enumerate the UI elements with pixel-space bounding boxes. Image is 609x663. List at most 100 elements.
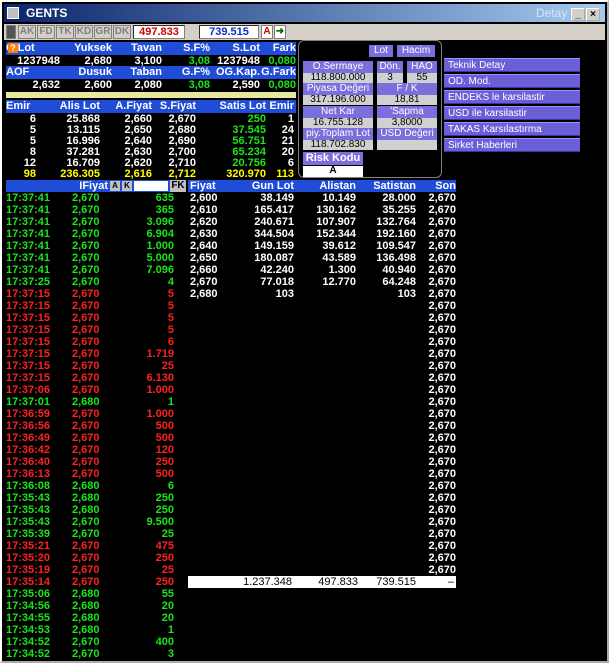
trade-lot: 475 [155, 540, 174, 552]
trade-time: 17:35:20 [6, 552, 51, 564]
total-son: – [447, 576, 454, 588]
sapma-value: 3,8000 [377, 118, 437, 128]
trade-row[interactable]: 17:37:41 2,670 6.904 [6, 228, 186, 240]
menu-item[interactable]: USD ile karsilastir [444, 106, 580, 120]
orderbook-row[interactable]: 8 37.281 2,630 2,700 65.234 20 [6, 146, 296, 158]
son-value: 2,670 [428, 444, 456, 456]
trade-row[interactable]: 17:35:43 2,680 250 [6, 504, 186, 516]
trade-row[interactable]: 17:35:20 2,670 250 [6, 552, 186, 564]
trade-row[interactable]: 17:36:08 2,680 6 [6, 480, 186, 492]
trade-row[interactable]: 17:34:55 2,680 20 [6, 612, 186, 624]
son-value: 2,670 [428, 252, 456, 264]
trade-lot: 9.500 [146, 516, 174, 528]
trade-row[interactable]: 17:37:25 2,670 4 [6, 276, 186, 288]
trade-row[interactable]: 17:34:56 2,680 20 [6, 600, 186, 612]
trade-row[interactable]: 17:35:06 2,680 55 [6, 588, 186, 600]
trade-price: 2,670 [72, 204, 100, 216]
trade-row[interactable]: 17:37:15 2,670 5 [6, 300, 186, 312]
trade-row[interactable]: 17:35:43 2,680 250 [6, 492, 186, 504]
trade-row[interactable]: 17:35:43 2,670 9.500 [6, 516, 186, 528]
trades-fk-button[interactable]: FK [170, 180, 186, 192]
depth-cell: 42.240 [260, 264, 294, 276]
son-value: 2,670 [428, 456, 456, 468]
tab-kd[interactable]: KD [75, 25, 93, 39]
son-value: 2,670 [428, 216, 456, 228]
summary-header-cell: Taban [130, 66, 162, 78]
trade-price: 2,670 [72, 348, 100, 360]
trade-row[interactable]: 17:37:15 2,670 1.719 [6, 348, 186, 360]
trade-row[interactable]: 17:37:41 2,670 7.096 [6, 264, 186, 276]
trade-row[interactable]: 17:34:52 2,670 3 [6, 648, 186, 660]
trade-row[interactable]: 17:35:39 2,670 25 [6, 528, 186, 540]
o-sermaye-value: 118.800.000 [303, 73, 373, 83]
trade-time: 17:35:39 [6, 528, 51, 540]
menu-item[interactable]: TAKAS Karsılastırma [444, 122, 580, 136]
tab-ak[interactable]: AK [18, 25, 36, 39]
info-panel: Lot Hacim O.Sermaye 118.800.000 Dön. 3 H… [298, 40, 442, 178]
trade-row[interactable]: 17:37:01 2,680 1 [6, 396, 186, 408]
main-window: GENTS Detay _ × AK FD TK KD GR DK 497.83… [0, 0, 609, 663]
a-button[interactable]: A [261, 25, 273, 39]
trade-row[interactable]: 17:36:13 2,670 500 [6, 468, 186, 480]
menu-item[interactable]: Teknik Detay [444, 58, 580, 72]
trade-row[interactable]: 17:36:49 2,670 500 [6, 432, 186, 444]
close-icon[interactable]: × [586, 8, 600, 21]
trades-filter-input[interactable] [134, 181, 168, 191]
menu-item[interactable]: Sirket Haberleri [444, 138, 580, 152]
tab-gr[interactable]: GR [94, 25, 112, 39]
orderbook-row[interactable]: 12 16.709 2,620 2,710 20.756 6 [6, 157, 296, 169]
trade-row[interactable]: 17:37:06 2,670 1.000 [6, 384, 186, 396]
tab-fd[interactable]: FD [37, 25, 55, 39]
usd-degeri-value [377, 140, 437, 150]
trade-row[interactable]: 17:36:42 2,670 120 [6, 444, 186, 456]
trade-row[interactable]: 17:36:56 2,670 500 [6, 420, 186, 432]
trade-row[interactable]: 17:37:41 2,670 365 [6, 204, 186, 216]
orderbook-total-cell: 98 [23, 168, 36, 180]
trade-time: 17:36:13 [6, 468, 51, 480]
menu-item[interactable]: ENDEKS le karsilastir [444, 90, 580, 104]
trade-time: 17:34:52 [6, 636, 51, 648]
trade-price: 2,680 [72, 396, 100, 408]
trade-row[interactable]: 17:35:21 2,670 475 [6, 540, 186, 552]
lot-button[interactable]: Lot [369, 45, 393, 57]
arrow-icon[interactable]: ➜ [274, 25, 286, 39]
trade-time: 17:34:53 [6, 624, 51, 636]
orderbook-row[interactable]: 5 16.996 2,640 2,690 56.751 21 [6, 135, 296, 147]
minimize-icon[interactable]: _ [571, 8, 585, 21]
trade-row[interactable]: 17:37:15 2,670 6.130 [6, 372, 186, 384]
hacim-button[interactable]: Hacim [397, 45, 435, 57]
orderbook-row[interactable]: 5 13.115 2,650 2,680 37.545 24 [6, 124, 296, 136]
trade-row[interactable]: 17:34:53 2,680 1 [6, 624, 186, 636]
usd-degeri-button[interactable]: USD Değeri [377, 128, 437, 140]
trade-row[interactable]: 17:37:41 2,670 3.096 [6, 216, 186, 228]
trade-row[interactable]: 17:36:59 2,670 1.000 [6, 408, 186, 420]
toolbar-square-icon[interactable] [6, 25, 16, 39]
trade-row[interactable]: 17:37:15 2,670 5 [6, 288, 186, 300]
trade-lot: 25 [161, 564, 174, 576]
trade-time: 17:37:06 [6, 384, 51, 396]
trade-price: 2,670 [72, 444, 100, 456]
trade-row[interactable]: 17:37:15 2,670 5 [6, 324, 186, 336]
trade-row[interactable]: 17:35:14 2,670 250 [6, 576, 186, 588]
tab-dk[interactable]: DK [113, 25, 131, 39]
trade-row[interactable]: 17:37:41 2,670 5.000 [6, 252, 186, 264]
trade-lot: 250 [155, 456, 174, 468]
trades-a-button[interactable]: A [110, 181, 120, 191]
trade-row[interactable]: 17:37:15 2,670 25 [6, 360, 186, 372]
tab-tk[interactable]: TK [56, 25, 74, 39]
trade-lot: 6.130 [146, 372, 174, 384]
help-icon[interactable]: ? [8, 43, 18, 53]
trade-row[interactable]: 17:37:41 2,670 635 [6, 192, 186, 204]
trade-row[interactable]: 17:37:15 2,670 5 [6, 312, 186, 324]
trade-row[interactable]: 17:37:15 2,670 6 [6, 336, 186, 348]
orderbook-row[interactable]: 6 25.868 2,660 2,670 250 1 [6, 113, 296, 125]
trade-time: 17:35:21 [6, 540, 51, 552]
trades-k-button[interactable]: K [122, 181, 132, 191]
trade-row[interactable]: 17:34:52 2,670 400 [6, 636, 186, 648]
trade-time: 17:36:08 [6, 480, 51, 492]
title-bar[interactable]: GENTS Detay _ × [4, 4, 605, 22]
trade-row[interactable]: 17:36:40 2,670 250 [6, 456, 186, 468]
menu-item[interactable]: OD. Mod. [444, 74, 580, 88]
trade-row[interactable]: 17:35:19 2,670 25 [6, 564, 186, 576]
trade-row[interactable]: 17:37:41 2,670 1.000 [6, 240, 186, 252]
